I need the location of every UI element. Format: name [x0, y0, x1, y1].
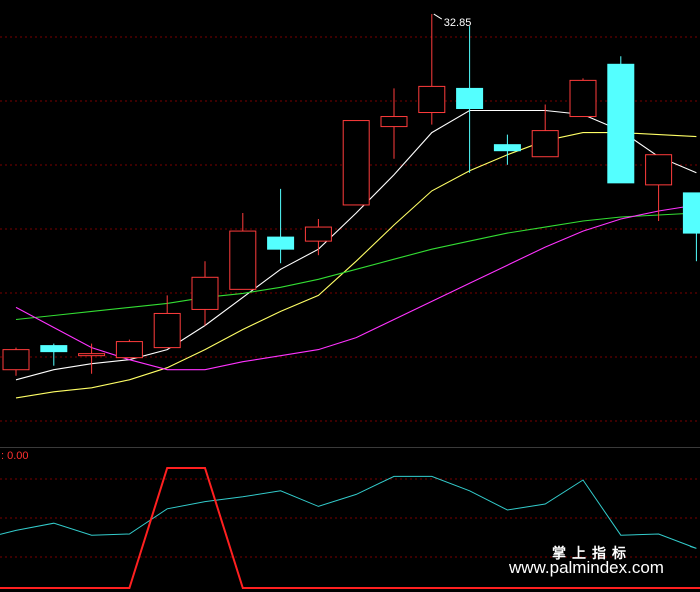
candle-up	[78, 353, 106, 357]
candle-up	[380, 116, 408, 128]
candle-down	[267, 236, 295, 250]
candle-up	[153, 312, 181, 349]
candle-up	[342, 120, 370, 206]
indicator-value-label: : 0.00	[1, 450, 29, 462]
watermark-url: www.palmindex.com	[509, 558, 664, 577]
candle-up	[418, 85, 446, 114]
candle-down	[40, 345, 68, 353]
candle-up	[115, 341, 143, 359]
high-price-pointer	[433, 13, 443, 20]
candle-up	[304, 226, 332, 242]
candle-up	[569, 79, 597, 118]
indicator-line	[0, 475, 697, 549]
high-price-label: 32.85	[444, 17, 472, 29]
candle-down	[607, 63, 635, 184]
candle-up	[191, 276, 219, 310]
candle-down	[456, 87, 484, 110]
stock-chart: 32.85 : 0.00	[0, 13, 700, 589]
candlesticks	[2, 14, 700, 376]
candle-up	[2, 349, 30, 371]
candle-up	[531, 130, 559, 158]
candle-up	[645, 154, 673, 186]
candle-up	[229, 230, 257, 290]
candle-down	[682, 192, 700, 234]
candle-down	[493, 144, 521, 152]
